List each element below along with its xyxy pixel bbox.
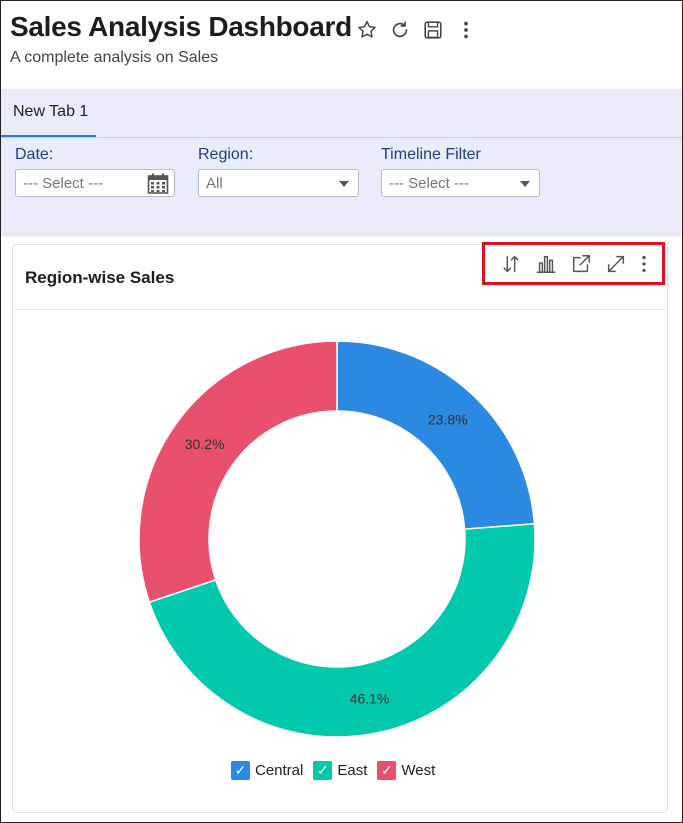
refresh-icon[interactable] [388, 18, 412, 42]
donut-slice-central[interactable] [336, 340, 536, 530]
timeline-filter-value: --- Select --- [389, 175, 469, 192]
region-filter-label: Region: [198, 146, 254, 163]
checkbox-checked-icon[interactable]: ✓ [231, 761, 250, 780]
filter-panel: New Tab 1 Date: --- Select --- Region: A… [1, 89, 682, 233]
legend-item-west[interactable]: ✓ West [377, 761, 435, 780]
chevron-down-icon [520, 181, 530, 187]
tab-divider [1, 137, 682, 138]
legend-item-central[interactable]: ✓ Central [231, 761, 303, 780]
calendar-icon[interactable] [147, 173, 169, 199]
checkbox-checked-icon[interactable]: ✓ [313, 761, 333, 780]
legend-label: West [401, 762, 436, 779]
save-icon[interactable] [421, 18, 445, 42]
page-subtitle: A complete analysis on Sales [10, 49, 219, 66]
tab-new-tab-1[interactable]: New Tab 1 [1, 89, 96, 138]
dashboard-frame: Sales Analysis Dashboard A complete anal… [0, 0, 683, 823]
donut-chart: 23.8% 46.1% 30.2% [138, 340, 536, 738]
chart-legend: ✓ Central ✓ East ✓ West [231, 761, 445, 780]
more-vertical-icon[interactable] [454, 18, 478, 42]
dashboard-header: Sales Analysis Dashboard A complete anal… [1, 1, 682, 89]
region-filter-value: All [206, 175, 223, 192]
legend-label: Central [255, 762, 304, 779]
timeline-filter-label: Timeline Filter [381, 146, 481, 163]
chart-card: Region-wise Sales 23.8% 46.1% 30.2% ✓ Ce… [12, 242, 668, 813]
date-filter-label: Date: [15, 146, 54, 163]
timeline-filter-select[interactable]: --- Select --- [381, 169, 540, 197]
star-icon[interactable] [355, 18, 379, 42]
date-filter-select[interactable]: --- Select --- [15, 169, 175, 197]
legend-item-east[interactable]: ✓ East [313, 761, 367, 780]
slice-label-west: 30.2% [185, 436, 225, 452]
date-filter-value: --- Select --- [23, 175, 103, 192]
checkbox-checked-icon[interactable]: ✓ [377, 761, 397, 780]
legend-label: East [337, 762, 368, 779]
slice-label-east: 46.1% [350, 691, 390, 707]
chevron-down-icon [339, 181, 349, 187]
slice-label-central: 23.8% [428, 411, 468, 427]
donut-slice-west[interactable] [138, 340, 338, 604]
header-actions [355, 18, 487, 42]
page-title: Sales Analysis Dashboard [10, 11, 352, 42]
region-filter-select[interactable]: All [198, 169, 359, 197]
